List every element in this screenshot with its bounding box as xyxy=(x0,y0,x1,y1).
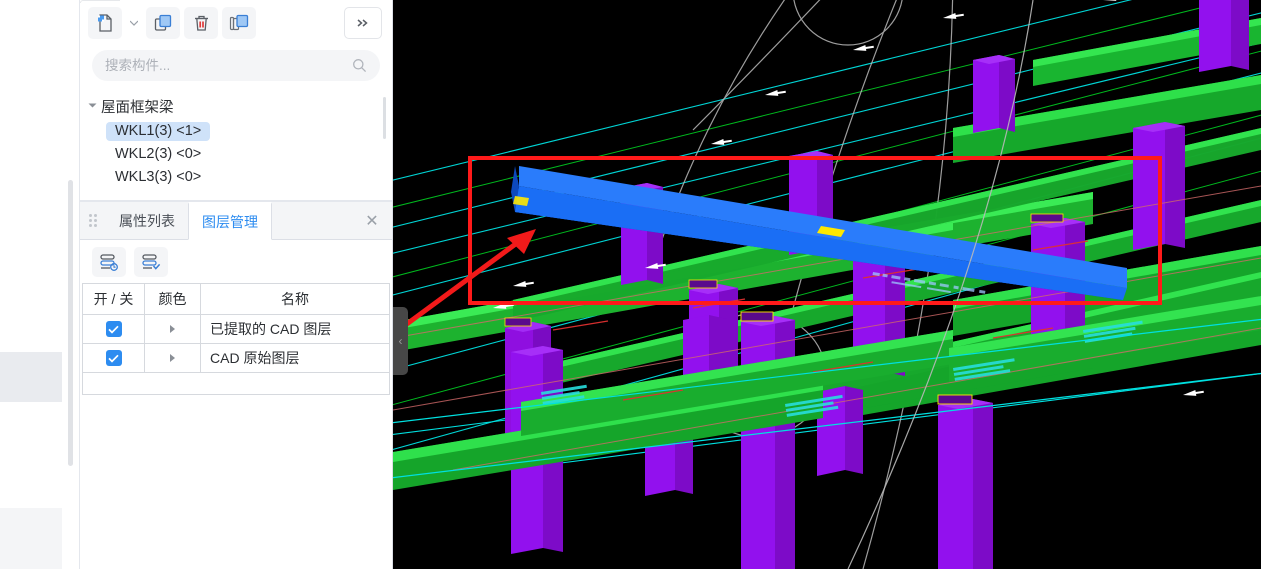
row-onoff-cell xyxy=(83,344,145,372)
row-name-cell: 已提取的 CAD 图层 xyxy=(210,321,332,337)
search-icon[interactable] xyxy=(352,58,367,73)
batch-copy-icon[interactable] xyxy=(222,6,256,39)
component-tree: 屋面框架梁 WKL1(3) <1> WKL2(3) <0> WKL3(3) <0… xyxy=(80,89,392,201)
application-window: 屋面框架梁 WKL1(3) <1> WKL2(3) <0> WKL3(3) <0… xyxy=(0,0,1261,569)
far-left-panel xyxy=(0,0,80,569)
dock-tab-bar: 属性列表 图层管理 ✕ xyxy=(80,202,392,240)
chevron-right-icon[interactable] xyxy=(170,354,175,362)
left-panel-footer-block xyxy=(0,508,62,569)
dock-drag-handle[interactable] xyxy=(80,202,106,239)
table-row[interactable]: CAD 原始图层 xyxy=(83,344,389,373)
tree-item-row: WKL1(3) <1> xyxy=(80,118,392,142)
component-search xyxy=(80,46,392,89)
component-side-panel: 屋面框架梁 WKL1(3) <1> WKL2(3) <0> WKL3(3) <0… xyxy=(80,0,393,569)
table-row[interactable]: 已提取的 CAD 图层 xyxy=(83,315,389,344)
row-color-cell[interactable] xyxy=(145,344,201,372)
tree-scrollbar[interactable] xyxy=(383,97,386,139)
tree-group-label: 屋面框架梁 xyxy=(101,100,174,116)
tab-property-list[interactable]: 属性列表 xyxy=(106,202,188,239)
chevron-right-icon[interactable] xyxy=(170,325,175,333)
tree-item-wkl2[interactable]: WKL2(3) <0> xyxy=(106,145,210,164)
search-box[interactable] xyxy=(92,50,380,81)
model-3d-viewport[interactable]: ‹ xyxy=(393,0,1261,569)
annotation-rectangle xyxy=(468,156,1162,305)
chevron-left-icon: ‹ xyxy=(398,334,403,348)
row-color-cell[interactable] xyxy=(145,315,201,343)
dropdown-caret-icon[interactable] xyxy=(126,7,142,39)
layer-tool-row xyxy=(80,240,392,283)
annotation-arrow xyxy=(393,229,536,338)
row-onoff-cell xyxy=(83,315,145,343)
table-header-row: 开 / 关 颜色 名称 xyxy=(83,284,389,315)
column-header-name: 名称 xyxy=(281,291,309,307)
layer-restore-icon[interactable] xyxy=(92,246,126,277)
layer-visibility-checkbox[interactable] xyxy=(105,321,122,337)
left-panel-highlight-block xyxy=(0,352,62,402)
layer-visibility-checkbox[interactable] xyxy=(105,350,122,366)
property-layer-dock: 属性列表 图层管理 ✕ 开 / 关 颜色 名称 已提取的 CAD 图层 CAD … xyxy=(80,201,392,569)
tab-layer-management[interactable]: 图层管理 xyxy=(188,202,272,240)
tree-item-wkl1[interactable]: WKL1(3) <1> xyxy=(106,122,211,142)
layer-table: 开 / 关 颜色 名称 已提取的 CAD 图层 CAD 原始图层 xyxy=(82,283,390,395)
tree-item-wkl3[interactable]: WKL3(3) <0> xyxy=(106,168,210,187)
panel-tab-edge xyxy=(80,0,120,3)
layer-apply-icon[interactable] xyxy=(134,246,168,277)
tree-item-row: WKL2(3) <0> xyxy=(80,141,392,164)
table-empty-area xyxy=(83,373,389,395)
expand-panel-icon[interactable] xyxy=(344,6,382,39)
column-header-onoff: 开 / 关 xyxy=(83,284,145,314)
panel-collapse-handle[interactable]: ‹ xyxy=(393,307,408,375)
tree-group-roof-frame-beam[interactable]: 屋面框架梁 xyxy=(80,95,392,118)
tree-item-row: WKL3(3) <0> xyxy=(80,164,392,187)
row-name-cell: CAD 原始图层 xyxy=(210,350,300,366)
annotation-overlay xyxy=(393,156,1162,338)
chevron-down-icon[interactable] xyxy=(88,102,97,111)
delete-component-icon[interactable] xyxy=(184,6,218,39)
left-panel-scrollbar[interactable] xyxy=(68,180,73,466)
new-component-icon[interactable] xyxy=(88,6,122,39)
search-input[interactable] xyxy=(105,58,352,73)
copy-component-icon[interactable] xyxy=(146,6,180,39)
close-icon[interactable]: ✕ xyxy=(352,202,392,239)
column-header-color: 颜色 xyxy=(145,284,201,314)
component-toolbar xyxy=(80,0,392,46)
